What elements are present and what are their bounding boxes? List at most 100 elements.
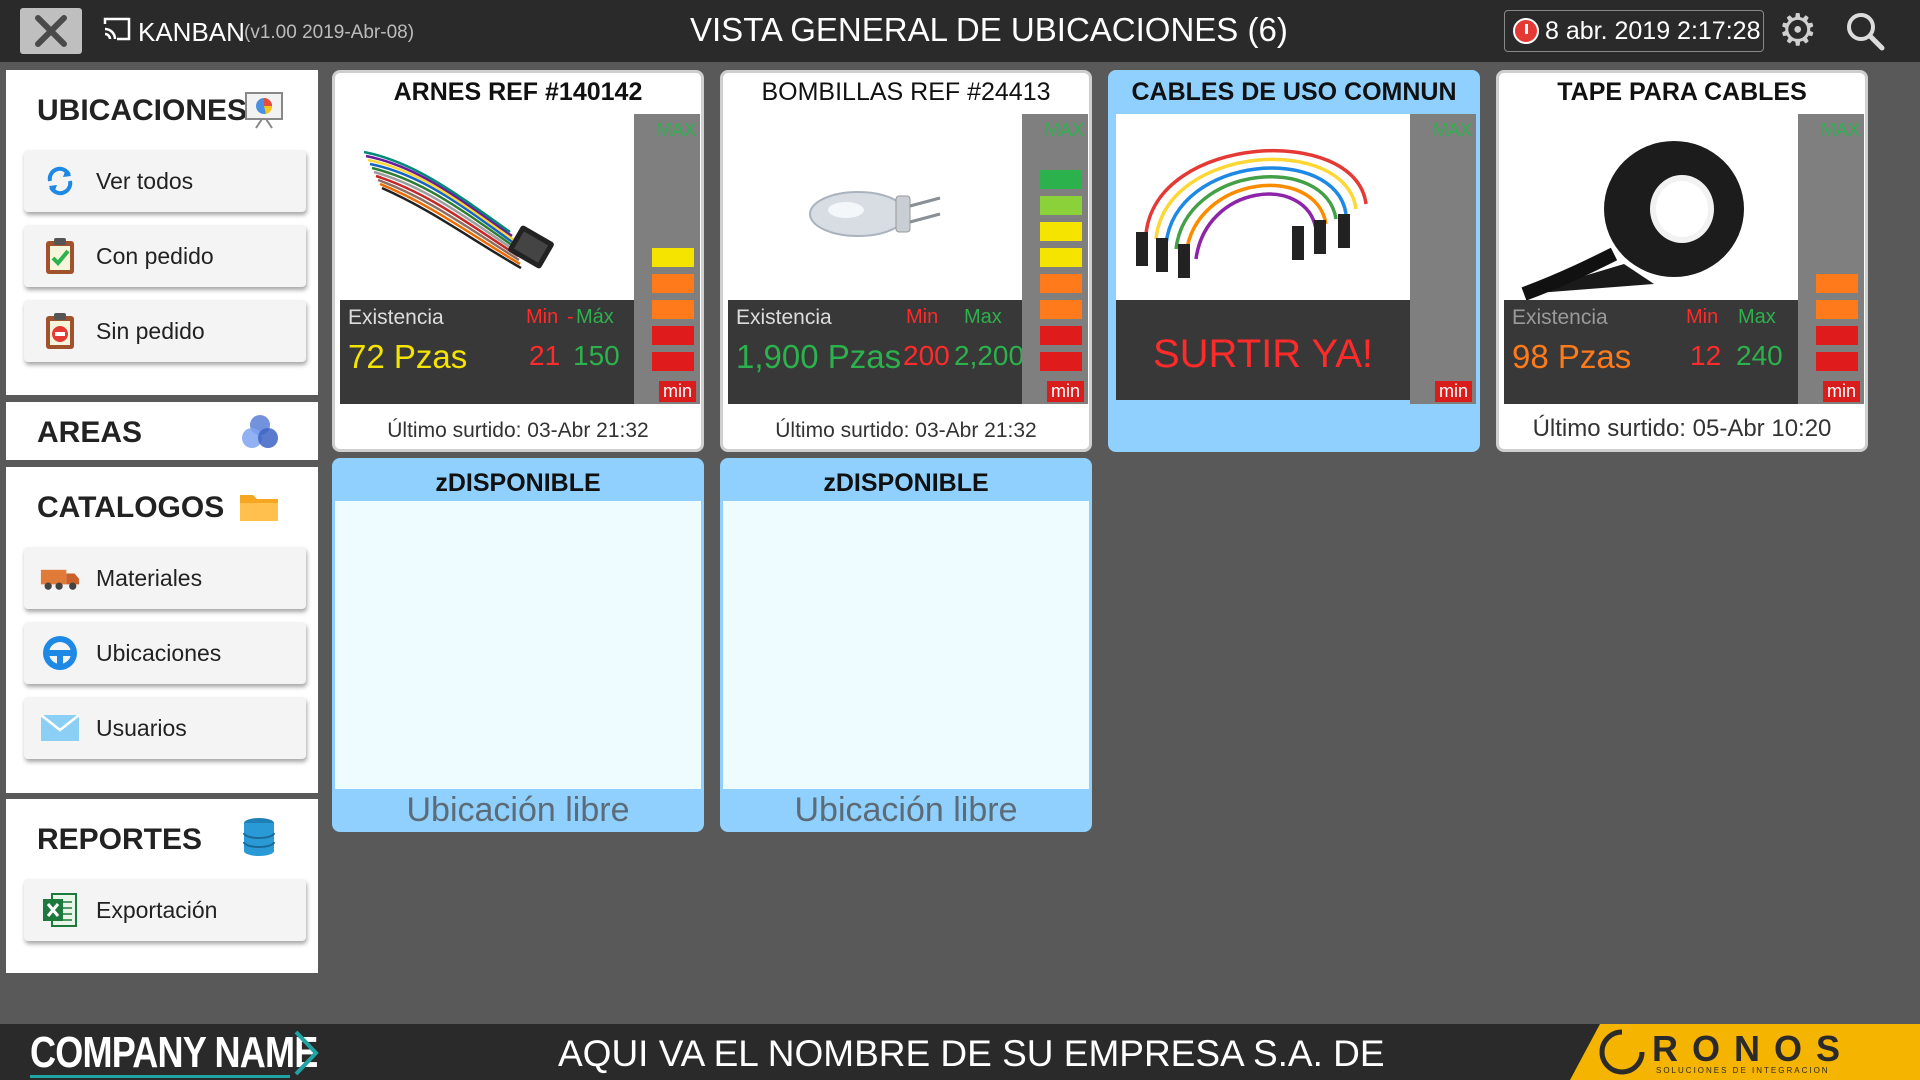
meter-max-label: MAX: [1820, 120, 1860, 140]
menu-usuarios-label: Usuarios: [96, 714, 187, 741]
meter-segment: [1040, 222, 1082, 241]
product-image: [728, 114, 1022, 300]
meter-segment: [1040, 274, 1082, 293]
company-logo-underline: [30, 1075, 290, 1078]
menu-exportacion-button[interactable]: Exportación: [24, 879, 306, 941]
stock-info: Existencia 72 Pzas Min - Máx 21 150: [340, 300, 634, 404]
clipboard-check-icon: [40, 236, 80, 276]
cast-icon[interactable]: [102, 16, 132, 42]
min-value: 200: [903, 340, 950, 371]
stock-info: SURTIR YA!: [1116, 300, 1410, 400]
meter-segment: [1040, 170, 1082, 189]
card-title: BOMBILLAS REF #24413: [761, 78, 1051, 106]
min-value: 12: [1690, 340, 1722, 371]
folder-icon: [240, 495, 278, 521]
meter-max-label: MAX: [1432, 120, 1472, 140]
free-location-card[interactable]: zDISPONIBLE Ubicación libre: [332, 458, 704, 832]
free-location-card[interactable]: zDISPONIBLE Ubicación libre: [720, 458, 1092, 832]
brand-tagline: SOLUCIONES DE INTEGRACION: [1656, 1066, 1830, 1075]
min-label: Min: [906, 306, 939, 328]
menu-usuarios-button[interactable]: Usuarios: [24, 697, 306, 759]
chevron-right-icon: [294, 1030, 319, 1076]
page-title: VISTA GENERAL DE UBICACIONES (6): [690, 11, 1288, 48]
close-icon: [35, 15, 67, 47]
company-logo: COMPANY NAME: [30, 1028, 318, 1077]
stock-info: Existencia 1,900 Pzas Min Max 200 2,200: [728, 300, 1024, 404]
meter-segment: [1040, 196, 1082, 215]
menu-ubicaciones-button[interactable]: Ubicaciones: [24, 622, 306, 684]
panel-areas[interactable]: AREAS: [6, 402, 318, 460]
menu-ubicaciones-label: Ubicaciones: [96, 639, 222, 666]
menu-sin-pedido-label: Sin pedido: [96, 317, 205, 344]
panel-title-ubicaciones: UBICACIONES: [37, 94, 248, 127]
meter-segment: [652, 352, 694, 371]
stock-level-meter: MAX min: [634, 114, 700, 404]
stock-level-meter: MAX min: [1410, 114, 1476, 404]
gear-icon[interactable]: ⚙: [1778, 9, 1817, 53]
meter-segment: [1816, 326, 1858, 345]
meter-segment: [652, 300, 694, 319]
excel-icon: [40, 890, 80, 930]
footer-bar: COMPANY NAME AQUI VA EL NOMBRE DE SU EMP…: [0, 1024, 1920, 1080]
meter-max-label: MAX: [1044, 120, 1084, 140]
existence-value: 72 Pzas: [348, 338, 468, 375]
stock-level-meter: MAX min: [1798, 114, 1864, 404]
search-icon[interactable]: [1844, 10, 1886, 52]
product-image: [1504, 114, 1798, 300]
free-slot-title: zDISPONIBLE: [335, 461, 701, 501]
product-image: [1116, 114, 1410, 300]
meter-segment: [1816, 300, 1858, 319]
min-value: 21: [529, 340, 561, 371]
range-separator: -: [567, 306, 574, 328]
free-slot-footer: Ubicación libre: [335, 789, 701, 829]
existence-label: Existencia: [1512, 306, 1608, 329]
meter-segment: [652, 248, 694, 267]
menu-con-pedido-label: Con pedido: [96, 242, 214, 269]
menu-ver-todos-label: Ver todos: [96, 167, 194, 194]
meter-min-label: min: [1434, 381, 1472, 402]
existence-label: Existencia: [736, 306, 832, 329]
database-icon: [243, 818, 275, 856]
last-supply-text: Último surtido: 03-Abr 21:32: [775, 419, 1037, 442]
meter-segment: [1040, 300, 1082, 319]
max-label: Máx: [576, 306, 614, 328]
max-value: 240: [1736, 340, 1783, 371]
company-full-name: AQUI VA EL NOMBRE DE SU EMPRESA S.A. DE: [558, 1033, 1385, 1074]
free-slot-footer: Ubicación libre: [723, 789, 1089, 829]
panel-title-areas: AREAS: [37, 416, 143, 449]
datetime-display: 8 abr. 2019 2:17:28: [1504, 10, 1764, 52]
meter-segment: [1816, 352, 1858, 371]
menu-ver-todos-button[interactable]: Ver todos: [24, 150, 306, 212]
panel-title-catalogos: CATALOGOS: [37, 491, 225, 524]
envelope-icon: [40, 708, 80, 748]
panel-catalogos: CATALOGOS Materiales Ubicaciones Usuario…: [6, 467, 318, 793]
venn-circles-icon: [242, 415, 278, 448]
close-button[interactable]: [20, 8, 82, 54]
existence-label: Existencia: [348, 306, 444, 329]
card-title: TAPE PARA CABLES: [1557, 78, 1807, 106]
min-label: Min: [1686, 306, 1719, 328]
menu-sin-pedido-button[interactable]: Sin pedido: [24, 300, 306, 362]
card-title: CABLES DE USO COMNUN: [1131, 78, 1457, 106]
menu-con-pedido-button[interactable]: Con pedido: [24, 225, 306, 287]
free-slot-title: zDISPONIBLE: [723, 461, 1089, 501]
meter-segment: [1040, 248, 1082, 267]
presentation-board-icon: [245, 92, 283, 129]
panel-reportes: REPORTES Exportación: [6, 799, 318, 973]
location-card[interactable]: ARNES REF #140142 Existencia 72 Pzas Min…: [332, 70, 704, 452]
clock-icon: [1513, 18, 1539, 44]
panel-title-reportes: REPORTES: [37, 823, 203, 856]
menu-exportacion-label: Exportación: [96, 896, 218, 923]
meter-segment: [1816, 274, 1858, 293]
meter-min-label: min: [1046, 381, 1084, 402]
max-label: Max: [964, 306, 1002, 328]
meter-min-label: min: [658, 381, 696, 402]
clipboard-minus-icon: [40, 311, 80, 351]
menu-materiales-button[interactable]: Materiales: [24, 547, 306, 609]
location-card[interactable]: TAPE PARA CABLES Existencia 98 Pzas Min …: [1496, 70, 1868, 452]
meter-segment: [652, 326, 694, 345]
max-value: 150: [573, 340, 620, 371]
location-card-alert[interactable]: CABLES DE USO COMNUN SURTIR YA! MAX min: [1108, 70, 1480, 452]
existence-value: 98 Pzas: [1512, 338, 1632, 375]
location-card[interactable]: BOMBILLAS REF #24413 Existencia 1,900 Pz…: [720, 70, 1092, 452]
